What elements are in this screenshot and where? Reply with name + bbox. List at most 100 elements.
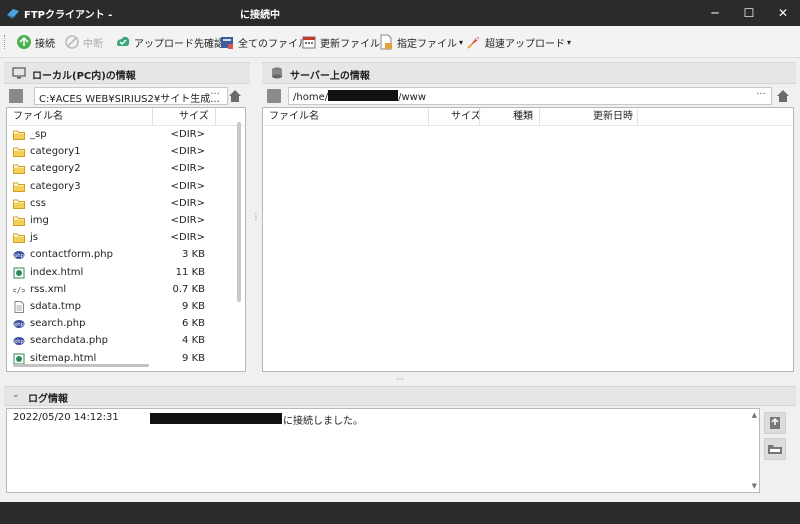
folder-up-icon[interactable] [9, 89, 23, 103]
column-divider[interactable] [539, 108, 540, 125]
local-pane-title: ローカル(PC内)の情報 [32, 71, 136, 82]
server-column-modified[interactable]: 更新日時 [593, 108, 633, 125]
close-button[interactable]: ✕ [766, 0, 800, 26]
log-output: 2022/05/20 14:12:31 に接続しました。 ▲ ▼ [6, 408, 760, 493]
log-pane-header: ⌄ ログ情報 [4, 386, 796, 406]
connect-icon [17, 35, 31, 49]
maximize-button[interactable]: ☐ [732, 0, 766, 26]
file-row[interactable]: css <DIR> [7, 196, 245, 213]
upload-destination-check-button[interactable]: アップロード先確認 [115, 33, 224, 51]
status-bar [0, 502, 800, 524]
local-horizontal-scrollbar[interactable] [13, 364, 149, 367]
local-path-more-button[interactable]: ··· [208, 87, 222, 105]
all-files-button[interactable]: 全てのファイル [219, 33, 308, 51]
file-row[interactable]: php search.php 6 KB [7, 316, 245, 333]
local-path-input[interactable]: C:¥ACES WEB¥SIRIUS2¥サイト生成... [34, 87, 228, 105]
open-log-folder-button[interactable] [764, 438, 786, 460]
file-name: _sp [30, 129, 47, 140]
file-row[interactable]: category2 <DIR> [7, 161, 245, 178]
log-pane-title: ログ情報 [28, 394, 68, 405]
updated-files-button[interactable]: 更新ファイル [301, 33, 380, 51]
file-row[interactable]: _sp <DIR> [7, 127, 245, 144]
file-row[interactable]: </> rss.xml 0.7 KB [7, 282, 245, 299]
file-name: sdata.tmp [30, 301, 81, 312]
server-column-name[interactable]: ファイル名 [269, 108, 319, 125]
text-file-icon [13, 301, 25, 313]
file-row[interactable]: js <DIR> [7, 230, 245, 247]
stop-button[interactable]: 中断 [64, 33, 103, 51]
file-row[interactable]: img <DIR> [7, 213, 245, 230]
specified-file-button[interactable]: 指定ファイル ▾ [378, 33, 463, 51]
app-logo-icon [7, 9, 19, 19]
file-row[interactable]: php contactform.php 3 KB [7, 247, 245, 264]
fast-upload-button[interactable]: 超速アップロード ▾ [466, 33, 571, 51]
export-icon [770, 417, 780, 429]
local-column-size[interactable]: サイズ [179, 108, 209, 125]
file-name: searchdata.php [30, 335, 108, 347]
collapse-arrow-icon[interactable]: ⌄ [12, 390, 20, 400]
redacted-block [328, 90, 399, 101]
file-size: 9 KB [182, 301, 205, 312]
export-log-button[interactable] [764, 412, 786, 434]
server-pane-title: サーバー上の情報 [290, 71, 370, 82]
window-title: FTPクライアント - [24, 10, 113, 21]
file-row[interactable]: php searchdata.php 4 KB [7, 333, 245, 350]
stop-icon [65, 35, 79, 49]
log-entry-message: に接続しました。 [283, 416, 363, 427]
file-name: category1 [30, 146, 81, 158]
folder-icon [13, 129, 25, 141]
server-pane-header: サーバー上の情報 [262, 62, 796, 84]
file-name: search.php [30, 318, 86, 330]
column-divider[interactable] [428, 108, 429, 125]
column-divider[interactable] [637, 108, 638, 125]
file-row[interactable]: category3 <DIR> [7, 179, 245, 196]
column-divider[interactable] [215, 108, 216, 125]
connect-button[interactable]: 接続 [16, 33, 55, 51]
file-size: <DIR> [170, 197, 205, 209]
file-row[interactable]: index.html 11 KB [7, 265, 245, 282]
folder-icon [13, 146, 25, 158]
redacted-block [150, 413, 282, 424]
server-path-more-button[interactable]: ··· [754, 87, 768, 105]
file-size: 3 KB [182, 249, 205, 261]
list-header-divider [7, 125, 245, 126]
php-file-icon: php [13, 335, 25, 347]
file-size: 4 KB [182, 335, 205, 347]
column-divider[interactable] [152, 108, 153, 125]
file-size: <DIR> [170, 146, 205, 158]
database-icon [272, 67, 282, 79]
file-name: js [30, 232, 38, 244]
server-path-bar: /home/ /www ··· [264, 86, 794, 106]
file-size: 11 KB [175, 266, 205, 278]
home-icon[interactable] [228, 89, 242, 103]
file-size: <DIR> [170, 180, 205, 192]
server-path-prefix: /home/ [293, 92, 329, 103]
connection-status: に接続中 [240, 10, 280, 21]
local-column-name[interactable]: ファイル名 [13, 108, 63, 125]
minimize-button[interactable]: ─ [698, 0, 732, 26]
file-row[interactable]: sdata.tmp 9 KB [7, 299, 245, 316]
svg-text:php: php [14, 339, 24, 345]
folder-icon [13, 181, 25, 193]
folder-icon [13, 163, 25, 175]
toolbar: 接続 中断 アップロード先確認 全てのファイル 更新ファイル 指定ファイル ▾ … [0, 26, 800, 58]
local-vertical-scrollbar[interactable] [237, 122, 241, 302]
file-name: contactform.php [30, 249, 113, 261]
php-file-icon: php [13, 249, 25, 261]
server-path-suffix: /www [398, 92, 426, 103]
column-divider[interactable] [479, 108, 480, 125]
title-bar: FTPクライアント - に接続中 ─ ☐ ✕ [0, 0, 800, 26]
file-row[interactable]: category1 <DIR> [7, 144, 245, 161]
server-column-size[interactable]: サイズ [451, 108, 481, 125]
folder-up-icon[interactable] [267, 89, 281, 103]
log-splitter[interactable]: ··· [394, 376, 406, 384]
home-icon[interactable] [776, 89, 790, 103]
upload-check-icon [117, 36, 130, 46]
pane-splitter[interactable]: ⋮ [252, 212, 260, 222]
xml-file-icon: </> [12, 284, 27, 296]
file-size: <DIR> [170, 129, 205, 140]
server-path-input[interactable]: /home/ /www [288, 87, 772, 105]
scroll-down-icon[interactable]: ▼ [752, 482, 757, 490]
scroll-up-icon[interactable]: ▲ [752, 411, 757, 419]
server-column-type[interactable]: 種類 [513, 108, 533, 125]
